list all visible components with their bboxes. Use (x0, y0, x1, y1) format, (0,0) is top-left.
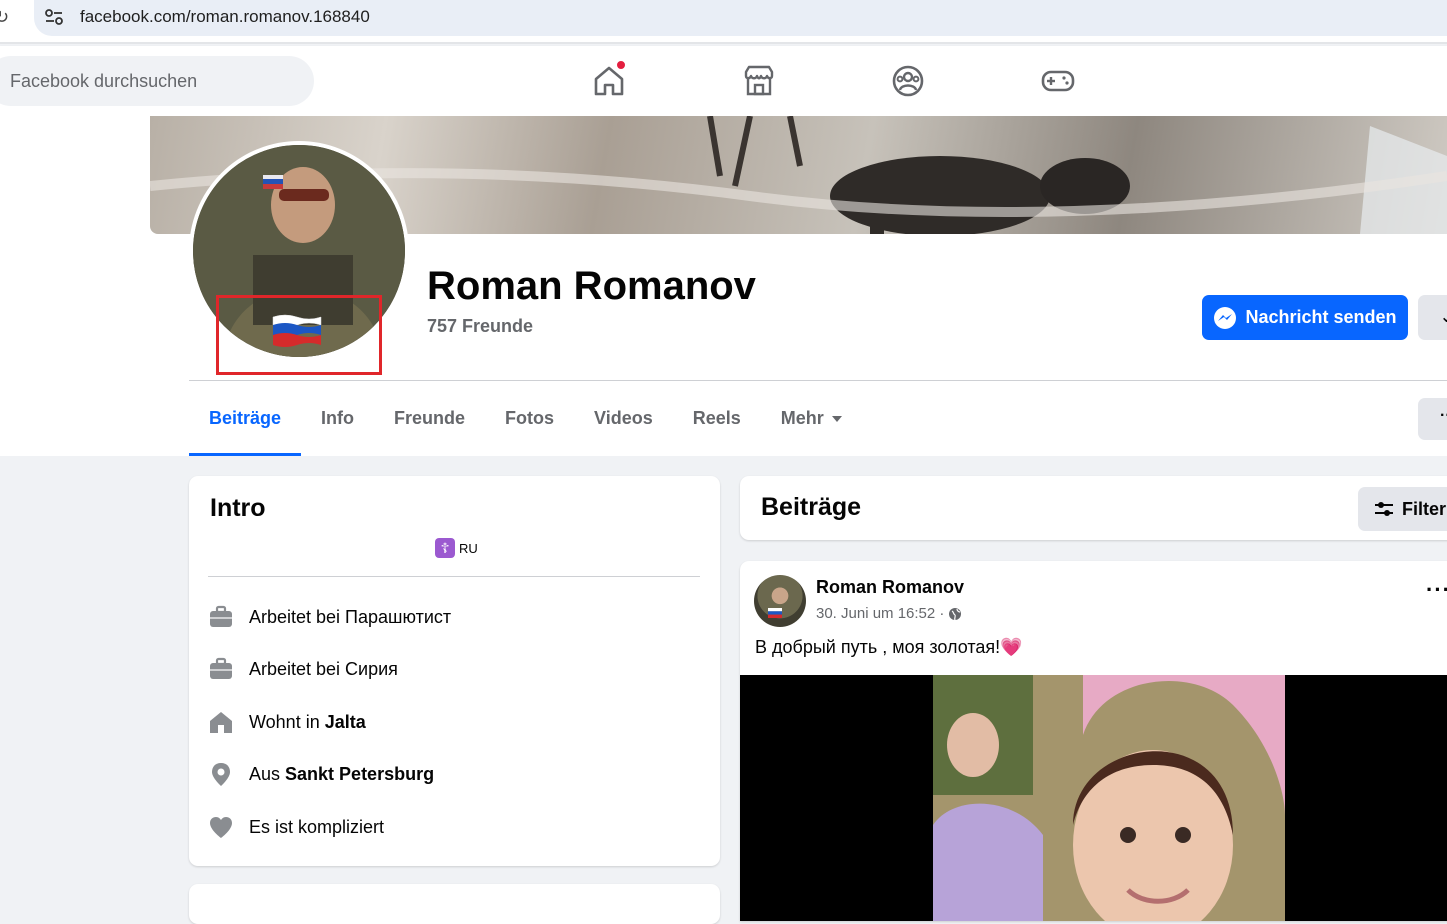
intro-item-text: Es ist kompliziert (249, 816, 385, 837)
post-video[interactable] (740, 675, 1447, 921)
post-author-avatar[interactable] (754, 575, 806, 627)
url-text[interactable]: facebook.com/roman.romanov.168840 (80, 7, 370, 27)
groups-icon[interactable] (891, 64, 925, 98)
notification-dot (616, 60, 626, 70)
profile-header: Roman Romanov 757 Freunde Nachricht send… (0, 116, 1447, 456)
tab-info[interactable]: Info (301, 381, 374, 456)
video-frame (933, 675, 1285, 921)
post-text: В добрый путь , моя золотая!💗 (755, 637, 1023, 658)
filter-icon (1375, 502, 1393, 516)
friends-count[interactable]: 757 Freunde (427, 316, 533, 337)
briefcase-icon (210, 605, 232, 627)
intro-item-work-2: Arbeitet bei Сирия (208, 654, 398, 684)
post-date[interactable]: 30. Juni um 16:52 · (816, 605, 944, 622)
intro-item-text: Arbeitet bei Сирия (249, 658, 398, 679)
reload-icon[interactable]: ↻ (0, 6, 9, 28)
intro-item-text: Arbeitet bei Парашютист (249, 606, 452, 627)
intro-item-lives-in: Wohnt in Jalta (208, 707, 366, 737)
intro-card: Intro ☦ RU Arbeitet bei Парашютист Arbei… (189, 476, 720, 866)
messenger-icon (1214, 306, 1237, 329)
posts-header-card: Beiträge Filter (740, 476, 1447, 540)
profile-tabs: Beiträge Info Freunde Fotos Videos Reels… (189, 381, 862, 456)
search-input[interactable] (8, 56, 308, 106)
post-author-name[interactable]: Roman Romanov (816, 577, 964, 598)
post-meta: 30. Juni um 16:52 · (816, 605, 962, 622)
intro-item-work-1: Arbeitet bei Парашютист (208, 602, 451, 632)
intro-item-from: Aus Sankt Petersburg (208, 759, 434, 789)
intro-item-text: Wohnt in (249, 711, 320, 732)
browser-toolbar: ↻ facebook.com/roman.romanov.168840 (0, 0, 1447, 44)
post-options-button[interactable]: ··· (1426, 577, 1447, 603)
caret-down-icon (831, 415, 842, 422)
address-bar[interactable]: facebook.com/roman.romanov.168840 (34, 0, 1447, 36)
posts-title: Beiträge (761, 493, 862, 521)
heart-emoji: 💗 (1000, 637, 1023, 657)
tab-posts[interactable]: Beiträge (189, 381, 302, 456)
intro-item-link[interactable]: Jalta (325, 712, 366, 733)
send-message-label: Nachricht senden (1245, 307, 1397, 327)
heart-icon (210, 817, 232, 838)
tab-more-label: Mehr (780, 408, 824, 428)
search-box[interactable] (0, 56, 314, 106)
tabs-options-button[interactable]: ·· (1418, 398, 1447, 440)
bio-text: RU (459, 540, 478, 556)
marketplace-icon[interactable] (742, 64, 776, 98)
russian-flag-icon (768, 608, 782, 618)
home-icon (210, 712, 232, 733)
home-icon[interactable] (592, 60, 626, 98)
intro-item-link[interactable]: Sankt Petersburg (285, 764, 434, 785)
next-card (189, 884, 720, 924)
intro-divider (208, 576, 700, 577)
post-card: Roman Romanov 30. Juni um 16:52 · ··· В … (740, 561, 1447, 921)
russian-flag-icon (272, 314, 322, 347)
briefcase-icon (210, 657, 232, 679)
tab-more[interactable]: Mehr (761, 381, 862, 456)
gaming-icon[interactable] (1041, 64, 1075, 98)
top-navigation (0, 46, 1447, 116)
intro-item-text: Aus (249, 763, 281, 784)
intro-title: Intro (210, 494, 266, 522)
tab-friends[interactable]: Freunde (374, 381, 485, 456)
tab-reels[interactable]: Reels (673, 381, 761, 456)
profile-dropdown-button[interactable]: ⌄ (1418, 295, 1447, 340)
globe-icon (949, 607, 962, 620)
post-text-body: В добрый путь , моя золотая! (755, 637, 1001, 657)
site-info-icon[interactable] (44, 8, 64, 26)
tab-videos[interactable]: Videos (574, 381, 673, 456)
filter-label: Filter (1402, 498, 1447, 519)
location-pin-icon (212, 763, 230, 786)
bio: ☦ RU (435, 538, 478, 558)
orthodox-cross-icon: ☦ (435, 538, 455, 558)
filter-button[interactable]: Filter (1358, 487, 1447, 531)
tab-photos[interactable]: Fotos (485, 381, 574, 456)
intro-item-relationship: Es ist kompliziert (208, 812, 384, 842)
send-message-button[interactable]: Nachricht senden (1202, 295, 1408, 340)
profile-name: Roman Romanov (427, 264, 756, 308)
